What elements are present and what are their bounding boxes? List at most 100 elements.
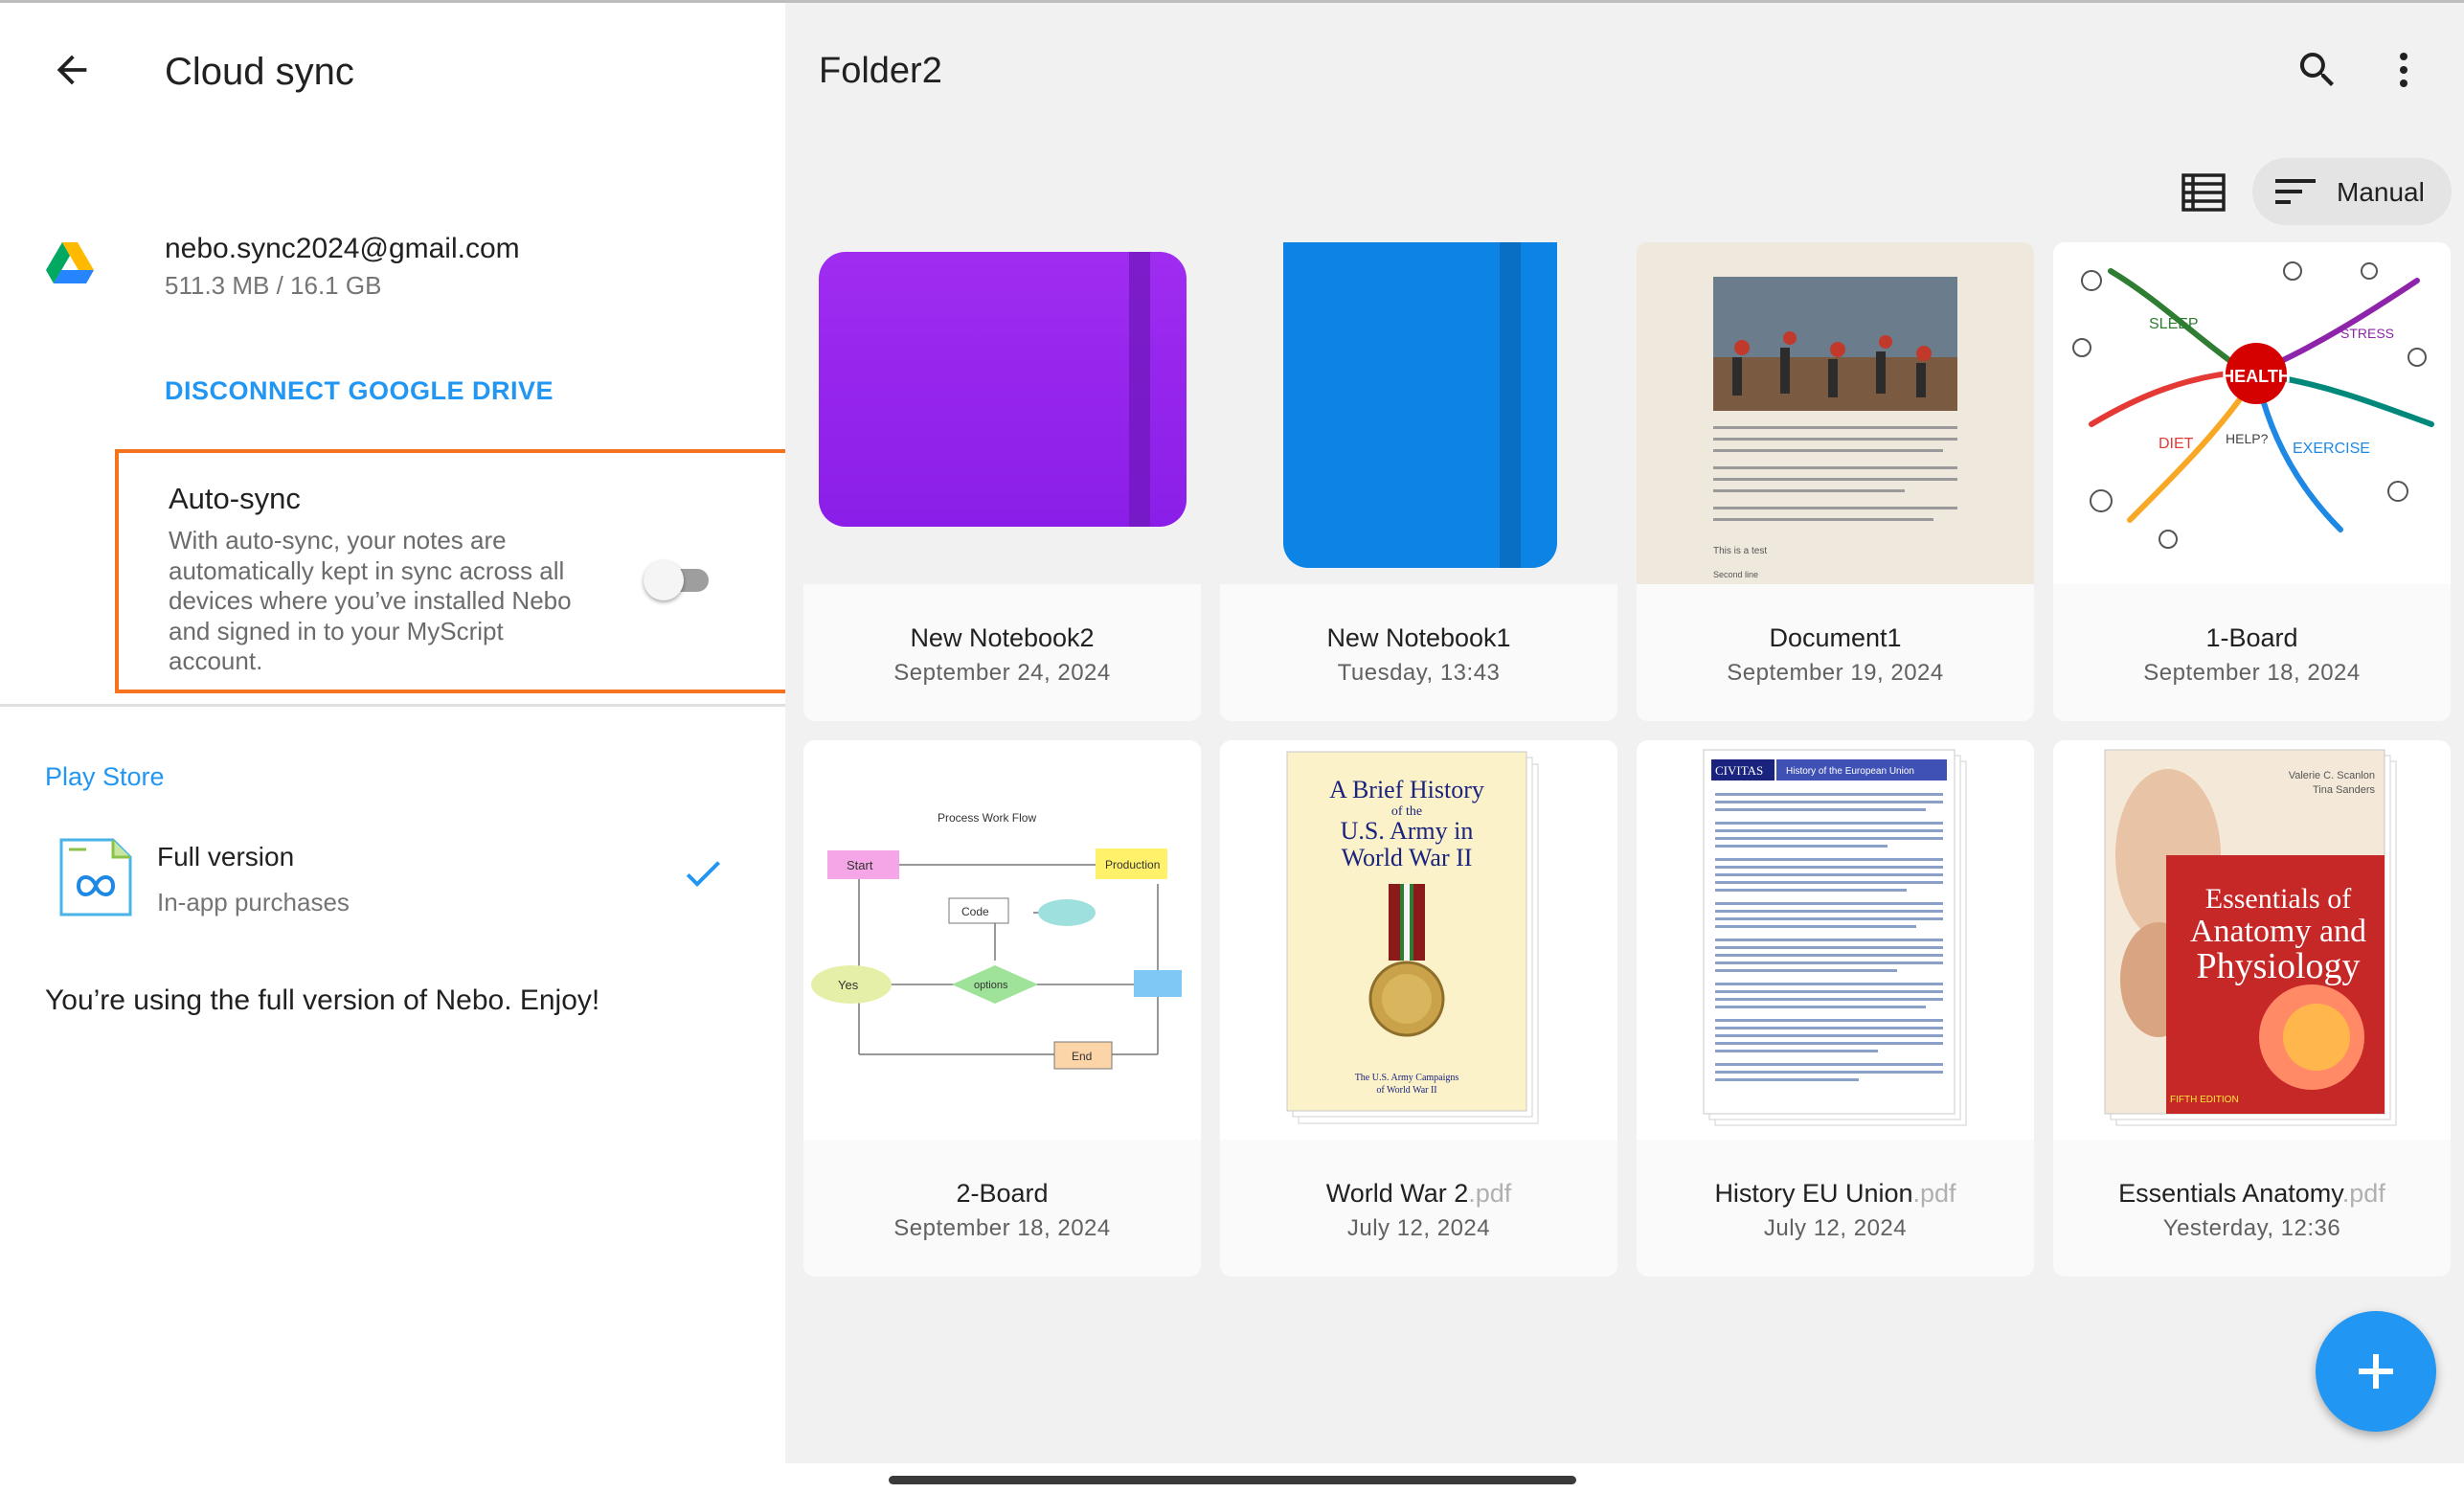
plus-icon [2359,1354,2393,1389]
google-drive-icon [46,242,94,283]
file-date: September 24, 2024 [893,660,1111,686]
svg-text:of World War II: of World War II [1376,1085,1436,1096]
check-icon [686,861,720,887]
document-page-preview: This is a test Second line [1637,242,2034,584]
svg-text:Code: Code [961,905,989,918]
play-store-heading: Play Store [45,762,165,791]
file-thumbnail: CIVITAS History of the European Union [1637,740,2034,1140]
file-card-history-eu-union[interactable]: CIVITAS History of the European Union Hi… [1637,740,2034,1277]
account-email: nebo.sync2024@gmail.com [165,233,520,264]
search-icon [2299,53,2334,86]
file-thumbnail: Essentials of Anatomy and Physiology Val… [2053,740,2451,1140]
svg-text:U.S. Army in: U.S. Army in [1341,817,1474,845]
file-thumbnail: HEALTH SLEEP DIET EXERCISE HELP? STRESS [2053,242,2451,584]
back-button[interactable] [38,36,105,103]
file-name: New Notebook2 [910,623,1095,652]
notebook-blue-icon [1283,242,1557,568]
toggle-knob [644,560,684,600]
file-name: World War 2.pdf [1325,1179,1512,1208]
svg-text:Valerie C. Scanlon: Valerie C. Scanlon [2289,770,2375,781]
search-button[interactable] [2284,36,2351,103]
svg-text:World War II: World War II [1342,844,1473,871]
list-view-button[interactable] [2169,158,2238,227]
svg-text:CIVITAS: CIVITAS [1715,763,1763,778]
file-thumbnail [1220,242,1617,584]
file-date: Tuesday, 13:43 [1337,660,1501,686]
svg-text:Start: Start [847,858,873,872]
file-date: September 18, 2024 [2143,660,2361,686]
svg-text:Yes: Yes [838,978,859,992]
flowchart-preview: Process Work Flow Start Production Code … [811,811,1182,1070]
svg-text:This is a test: This is a test [1713,546,1767,556]
file-name: 1-Board [2205,623,2298,652]
storage-usage: 511.3 MB / 16.1 GB [165,271,382,300]
full-version-title: Full version [157,842,295,871]
arrow-left-icon [57,55,87,85]
file-thumbnail: Process Work Flow Start Production Code … [803,740,1201,1140]
sort-icon [2275,179,2316,204]
more-options-button[interactable] [2370,36,2437,103]
svg-text:End: End [1072,1050,1092,1063]
svg-text:The U.S. Army Campaigns: The U.S. Army Campaigns [1355,1073,1459,1083]
more-vert-icon [2400,53,2407,87]
home-gesture-bar[interactable] [889,1476,1576,1484]
file-thumbnail: This is a test Second line [1637,242,2034,584]
file-card-1-board[interactable]: HEALTH SLEEP DIET EXERCISE HELP? STRESS … [2053,242,2451,721]
file-thumbnail [803,242,1201,584]
file-date: September 18, 2024 [893,1215,1111,1241]
svg-text:A Brief History: A Brief History [1329,776,1484,803]
pdf-cover-preview: A Brief History of the U.S. Army in Worl… [1286,751,1539,1124]
autosync-title: Auto-sync [169,482,301,515]
svg-text:FIFTH EDITION: FIFTH EDITION [2170,1095,2239,1105]
mindmap-preview: HEALTH SLEEP DIET EXERCISE HELP? STRESS [2072,261,2434,549]
file-date: September 19, 2024 [1727,660,1944,686]
sort-label: Manual [2337,177,2425,207]
full-version-message: You’re using the full version of Nebo. E… [45,984,600,1016]
file-card-new-notebook1[interactable]: New Notebook1 Tuesday, 13:43 [1220,242,1617,721]
file-name: Essentials Anatomy.pdf [2118,1179,2385,1208]
svg-text:History of the European Union: History of the European Union [1786,766,1914,777]
add-new-button[interactable] [2316,1311,2436,1432]
pdf-cover-preview: Essentials of Anatomy and Physiology Val… [2104,749,2397,1126]
file-name: Document1 [1769,623,1902,652]
in-app-purchases-label: In-app purchases [157,888,350,916]
list-view-icon [2181,173,2226,212]
file-card-essentials-anatomy[interactable]: Essentials of Anatomy and Physiology Val… [2053,740,2451,1277]
folder-title: Folder2 [819,51,942,91]
file-card-2-board[interactable]: Process Work Flow Start Production Code … [803,740,1201,1277]
nebo-app-icon [59,838,132,916]
autosync-description: With auto-sync, your notes are automatic… [169,526,572,675]
svg-text:DIET: DIET [2159,436,2194,452]
autosync-setting[interactable]: Auto-sync With auto-sync, your notes are… [115,449,871,693]
sort-button[interactable]: Manual [2252,158,2452,225]
svg-text:SLEEP: SLEEP [2149,316,2199,332]
file-grid: New Notebook2 September 24, 2024 New Not… [803,242,2451,1277]
cloud-sync-panel: Cloud sync nebo.sync2024@gmail.com 511.3… [0,3,871,1463]
pdf-document-preview: CIVITAS History of the European Union [1703,749,1967,1126]
file-thumbnail: A Brief History of the U.S. Army in Worl… [1220,740,1617,1140]
svg-text:EXERCISE: EXERCISE [2293,441,2370,457]
file-card-document1[interactable]: This is a test Second line Document1 Sep… [1637,242,2034,721]
svg-text:Anatomy and: Anatomy and [2190,914,2366,949]
file-card-new-notebook2[interactable]: New Notebook2 September 24, 2024 [803,242,1201,721]
file-card-world-war-2[interactable]: A Brief History of the U.S. Army in Worl… [1220,740,1617,1277]
file-date: Yesterday, 12:36 [2162,1215,2341,1241]
file-date: July 12, 2024 [1346,1215,1491,1241]
disconnect-drive-button[interactable]: DISCONNECT GOOGLE DRIVE [165,376,554,406]
svg-text:HELP?: HELP? [2226,431,2269,446]
file-name: 2-Board [956,1179,1049,1208]
svg-text:Essentials of: Essentials of [2205,883,2351,915]
notebook-purple-icon [819,252,1187,527]
file-name: History EU Union.pdf [1714,1179,1956,1208]
file-name: New Notebook1 [1326,623,1511,652]
svg-text:Process Work Flow: Process Work Flow [938,811,1036,825]
svg-text:Second line: Second line [1713,570,1758,579]
folder-panel: Folder2 Manual New Notebook2 September 2… [785,3,2464,1463]
autosync-toggle[interactable] [644,554,712,604]
svg-text:Tina Sanders: Tina Sanders [2313,784,2376,796]
svg-text:STRESS: STRESS [2340,326,2394,341]
svg-text:options: options [974,980,1008,991]
file-date: July 12, 2024 [1763,1215,1908,1241]
svg-text:HEALTH: HEALTH [2222,367,2291,386]
panel-title: Cloud sync [165,51,354,93]
